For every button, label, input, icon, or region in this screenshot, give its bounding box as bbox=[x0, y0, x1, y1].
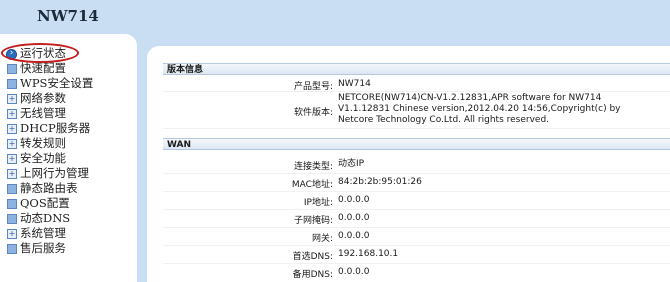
table-row: IP地址: 0.0.0.0 bbox=[163, 192, 670, 210]
row-label: 备用DNS: bbox=[292, 270, 333, 280]
row-label: 连接类型: bbox=[293, 162, 333, 172]
page-icon bbox=[7, 79, 17, 89]
sidebar-item-system[interactable]: 系统管理 bbox=[0, 226, 135, 241]
sidebar-item-quick-setup[interactable]: 快速配置 bbox=[0, 61, 135, 76]
plus-box-icon bbox=[7, 169, 17, 179]
plus-box-icon bbox=[7, 94, 17, 104]
row-label: IP地址: bbox=[303, 198, 333, 208]
sidebar-item-label: QOS配置 bbox=[20, 196, 70, 210]
section-header-version: 版本信息 bbox=[163, 63, 670, 75]
table-row: 子网掩码: 0.0.0.0 bbox=[163, 210, 670, 228]
plus-box-icon bbox=[7, 139, 17, 149]
row-label: 软件版本: bbox=[293, 108, 333, 118]
sidebar: 运行状态 快速配置 WPS安全设置 网络参数 无线管理 DHCP服务器 转发规则… bbox=[0, 34, 137, 282]
table-row: 首选DNS: 192.168.10.1 bbox=[163, 246, 670, 264]
row-label: 首选DNS: bbox=[292, 252, 333, 262]
table-row: 连接类型: 动态IP bbox=[163, 156, 670, 174]
sidebar-item-security[interactable]: 安全功能 bbox=[0, 151, 135, 166]
sidebar-item-service[interactable]: 售后服务 bbox=[0, 241, 135, 256]
sidebar-item-label: 安全功能 bbox=[20, 151, 66, 165]
sidebar-item-wps[interactable]: WPS安全设置 bbox=[0, 76, 135, 91]
row-value-line: V1.1.12831 Chinese version,2012.04.20 14… bbox=[338, 104, 621, 114]
page-icon bbox=[7, 199, 17, 209]
sidebar-item-qos[interactable]: QOS配置 bbox=[0, 196, 135, 211]
row-value: 192.168.10.1 bbox=[338, 249, 399, 259]
plus-box-icon bbox=[7, 124, 17, 134]
sidebar-item-status[interactable]: 运行状态 bbox=[0, 46, 135, 61]
page-icon bbox=[7, 214, 17, 224]
row-value: 0.0.0.0 bbox=[338, 195, 370, 205]
brand-title: NW714 bbox=[37, 7, 99, 25]
table-row: 产品型号: NW714 bbox=[163, 77, 670, 92]
main-panel: 版本信息 产品型号: NW714 软件版本: NETCORE(NW714)CN-… bbox=[147, 46, 670, 282]
sidebar-item-label: DHCP服务器 bbox=[20, 121, 91, 135]
sidebar-item-label: 运行状态 bbox=[20, 46, 66, 60]
row-label: 产品型号: bbox=[293, 82, 333, 92]
sidebar-item-label: 转发规则 bbox=[20, 136, 66, 150]
row-value: NW714 bbox=[338, 79, 371, 89]
sidebar-item-label: 网络参数 bbox=[20, 91, 66, 105]
sidebar-item-label: 快速配置 bbox=[20, 61, 66, 75]
table-row: MAC地址: 84:2b:2b:95:01:26 bbox=[163, 174, 670, 192]
sidebar-item-ddns[interactable]: 动态DNS bbox=[0, 211, 135, 226]
sidebar-item-dhcp[interactable]: DHCP服务器 bbox=[0, 121, 135, 136]
plus-box-icon bbox=[7, 109, 17, 119]
row-label: 子网掩码: bbox=[293, 216, 333, 226]
row-label: 网关: bbox=[311, 234, 333, 244]
row-value-line: NETCORE(NW714)CN-V1.2.12831,APR software… bbox=[338, 93, 602, 103]
sidebar-item-wireless[interactable]: 无线管理 bbox=[0, 106, 135, 121]
sidebar-item-label: 系统管理 bbox=[20, 226, 66, 240]
sidebar-item-forwarding[interactable]: 转发规则 bbox=[0, 136, 135, 151]
sidebar-item-label: 动态DNS bbox=[20, 211, 71, 225]
sidebar-item-label: 静态路由表 bbox=[20, 181, 78, 195]
sidebar-item-behavior[interactable]: 上网行为管理 bbox=[0, 166, 135, 181]
row-value: 0.0.0.0 bbox=[338, 231, 370, 241]
table-row: 网关: 0.0.0.0 bbox=[163, 228, 670, 246]
page-icon bbox=[7, 184, 17, 194]
brand-bar: NW714 bbox=[0, 0, 670, 34]
sidebar-item-static-route[interactable]: 静态路由表 bbox=[0, 181, 135, 196]
table-row: 备用DNS: 0.0.0.0 bbox=[163, 264, 670, 281]
sidebar-item-label: 无线管理 bbox=[20, 106, 66, 120]
table-row: 软件版本: NETCORE(NW714)CN-V1.2.12831,APR so… bbox=[163, 92, 670, 129]
row-label: MAC地址: bbox=[291, 180, 333, 190]
sidebar-item-network[interactable]: 网络参数 bbox=[0, 91, 135, 106]
row-value: 动态IP bbox=[338, 159, 365, 169]
page-icon bbox=[7, 244, 17, 254]
page-icon bbox=[7, 64, 17, 74]
arrow-circle-icon bbox=[6, 49, 17, 60]
sidebar-item-label: 上网行为管理 bbox=[20, 166, 89, 180]
section-header-wan: WAN bbox=[163, 138, 670, 150]
plus-box-icon bbox=[7, 229, 17, 239]
sidebar-item-label: 售后服务 bbox=[20, 241, 66, 255]
row-value: 84:2b:2b:95:01:26 bbox=[338, 177, 422, 187]
sidebar-item-label: WPS安全设置 bbox=[20, 76, 94, 90]
row-value: 0.0.0.0 bbox=[338, 267, 370, 277]
plus-box-icon bbox=[7, 154, 17, 164]
row-value: 0.0.0.0 bbox=[338, 213, 370, 223]
row-value-line: Netcore Technology Co.Ltd. All rights re… bbox=[338, 115, 550, 125]
